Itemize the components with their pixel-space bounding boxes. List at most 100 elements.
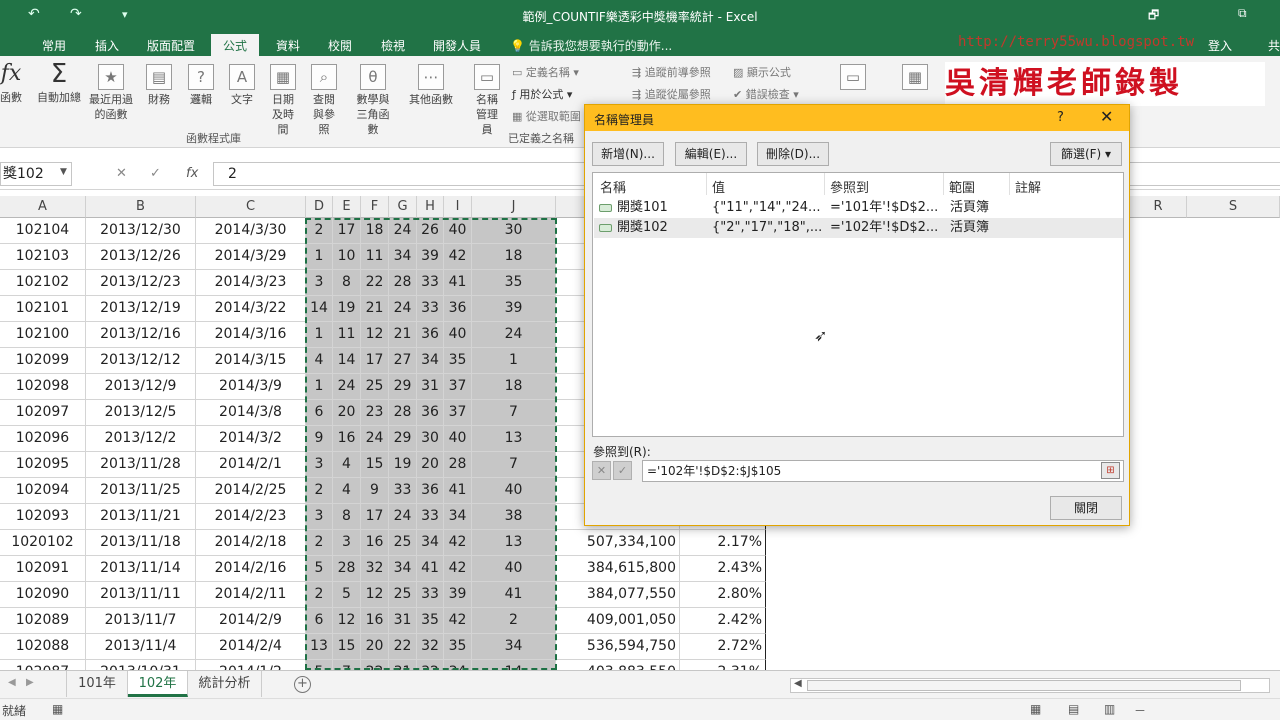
- cell-d[interactable]: 6: [306, 608, 333, 634]
- cancel-entry-icon[interactable]: ✕: [116, 166, 127, 181]
- column-divider[interactable]: [706, 173, 707, 195]
- dialog-title-bar[interactable]: 名稱管理員 ? ✕: [585, 105, 1129, 131]
- cell-d[interactable]: 14: [306, 296, 333, 322]
- cell-a[interactable]: 102088: [0, 634, 86, 660]
- recent-functions-button[interactable]: ★ 最近用過的函數: [86, 64, 136, 122]
- text-functions-button[interactable]: A 文字: [227, 64, 257, 107]
- column-header-r[interactable]: R: [1130, 196, 1187, 218]
- cell-l[interactable]: 2.80%: [680, 582, 766, 608]
- cell-k[interactable]: 536,594,750: [556, 634, 680, 660]
- cell-g[interactable]: 24: [389, 504, 417, 530]
- ribbon-display-icon[interactable]: 🗗: [1148, 6, 1159, 27]
- cell-f[interactable]: 32: [361, 556, 389, 582]
- cell-b[interactable]: 2013/12/5: [86, 400, 196, 426]
- cell-a[interactable]: 1020102: [0, 530, 86, 556]
- column-divider[interactable]: [1009, 173, 1010, 195]
- cell-k[interactable]: 384,615,800: [556, 556, 680, 582]
- cell-a[interactable]: 102102: [0, 270, 86, 296]
- cell-b[interactable]: 2013/11/7: [86, 608, 196, 634]
- cell-l[interactable]: 2.43%: [680, 556, 766, 582]
- cell-g[interactable]: 28: [389, 400, 417, 426]
- cell-b[interactable]: 2013/12/19: [86, 296, 196, 322]
- cell-j[interactable]: 35: [472, 270, 556, 296]
- name-box-dropdown-icon[interactable]: ▼: [60, 167, 67, 177]
- sheet-tab-101[interactable]: 101年: [66, 671, 128, 697]
- cell-a[interactable]: 102104: [0, 218, 86, 244]
- show-formulas-button[interactable]: ▨ 顯示公式: [733, 64, 791, 80]
- column-header-a[interactable]: A: [0, 196, 86, 218]
- cell-f[interactable]: 9: [361, 478, 389, 504]
- tab-page-layout[interactable]: 版面配置: [147, 35, 195, 56]
- cell-f[interactable]: 20: [361, 634, 389, 660]
- cell-e[interactable]: 19: [333, 296, 361, 322]
- cell-f[interactable]: 21: [361, 296, 389, 322]
- column-header-b[interactable]: B: [86, 196, 196, 218]
- cell-h[interactable]: 33: [417, 582, 444, 608]
- cell-g[interactable]: 27: [389, 348, 417, 374]
- cell-j[interactable]: 40: [472, 478, 556, 504]
- cell-b[interactable]: 2013/11/11: [86, 582, 196, 608]
- datetime-button[interactable]: ▦ 日期及時間: [264, 64, 302, 137]
- cell-j[interactable]: 30: [472, 218, 556, 244]
- cell-b[interactable]: 2013/11/14: [86, 556, 196, 582]
- cell-e[interactable]: 5: [333, 582, 361, 608]
- cell-g[interactable]: 19: [389, 452, 417, 478]
- cell-g[interactable]: 29: [389, 374, 417, 400]
- cell-j[interactable]: 13: [472, 530, 556, 556]
- cell-c[interactable]: 2014/2/11: [196, 582, 306, 608]
- tab-review[interactable]: 校閱: [328, 35, 352, 56]
- scroll-left-icon[interactable]: ◀: [794, 678, 802, 689]
- cell-a[interactable]: 102100: [0, 322, 86, 348]
- cell-i[interactable]: 34: [444, 504, 472, 530]
- cell-h[interactable]: 20: [417, 452, 444, 478]
- column-header-h[interactable]: H: [417, 196, 444, 218]
- cell-j[interactable]: 18: [472, 244, 556, 270]
- column-header-g[interactable]: G: [389, 196, 417, 218]
- cell-c[interactable]: 2014/3/29: [196, 244, 306, 270]
- cell-a[interactable]: 102103: [0, 244, 86, 270]
- cell-f[interactable]: 24: [361, 426, 389, 452]
- cell-i[interactable]: 42: [444, 244, 472, 270]
- header-comment[interactable]: 註解: [1015, 177, 1041, 196]
- cell-c[interactable]: 2014/2/23: [196, 504, 306, 530]
- cell-h[interactable]: 30: [417, 426, 444, 452]
- cell-f[interactable]: 17: [361, 348, 389, 374]
- cell-a[interactable]: 102090: [0, 582, 86, 608]
- cell-f[interactable]: 22: [361, 270, 389, 296]
- cell-e[interactable]: 14: [333, 348, 361, 374]
- cell-a[interactable]: 102093: [0, 504, 86, 530]
- tab-home[interactable]: 常用: [42, 35, 66, 56]
- cell-a[interactable]: 102089: [0, 608, 86, 634]
- name-row-101[interactable]: 開獎101 {"11","14","24... ='101年'!$D$2... …: [594, 198, 1123, 218]
- cell-a[interactable]: 102095: [0, 452, 86, 478]
- cell-c[interactable]: 2014/3/30: [196, 218, 306, 244]
- cell-j[interactable]: 38: [472, 504, 556, 530]
- cell-d[interactable]: 13: [306, 634, 333, 660]
- use-in-formula-button[interactable]: ƒ 用於公式 ▾: [512, 86, 572, 102]
- cell-b[interactable]: 2013/12/16: [86, 322, 196, 348]
- cell-l[interactable]: 2.72%: [680, 634, 766, 660]
- column-header-f[interactable]: F: [361, 196, 389, 218]
- sheet-tab-stats[interactable]: 統計分析: [188, 671, 262, 697]
- column-header-d[interactable]: D: [306, 196, 333, 218]
- cell-k[interactable]: 384,077,550: [556, 582, 680, 608]
- cell-d[interactable]: 9: [306, 426, 333, 452]
- cell-j[interactable]: 39: [472, 296, 556, 322]
- add-sheet-icon[interactable]: +: [294, 676, 311, 693]
- cell-d[interactable]: 5: [306, 556, 333, 582]
- cell-j[interactable]: 41: [472, 582, 556, 608]
- column-divider[interactable]: [943, 173, 944, 195]
- cell-i[interactable]: 40: [444, 426, 472, 452]
- cell-d[interactable]: 2: [306, 530, 333, 556]
- column-header-j[interactable]: J: [472, 196, 556, 218]
- cell-b[interactable]: 2013/11/25: [86, 478, 196, 504]
- cell-e[interactable]: 8: [333, 504, 361, 530]
- cell-e[interactable]: 10: [333, 244, 361, 270]
- cell-h[interactable]: 41: [417, 556, 444, 582]
- cell-h[interactable]: 31: [417, 374, 444, 400]
- cell-e[interactable]: 28: [333, 556, 361, 582]
- cell-d[interactable]: 1: [306, 244, 333, 270]
- calculation-options-button[interactable]: ▦: [898, 64, 932, 92]
- cell-l[interactable]: 2.42%: [680, 608, 766, 634]
- cell-j[interactable]: 1: [472, 348, 556, 374]
